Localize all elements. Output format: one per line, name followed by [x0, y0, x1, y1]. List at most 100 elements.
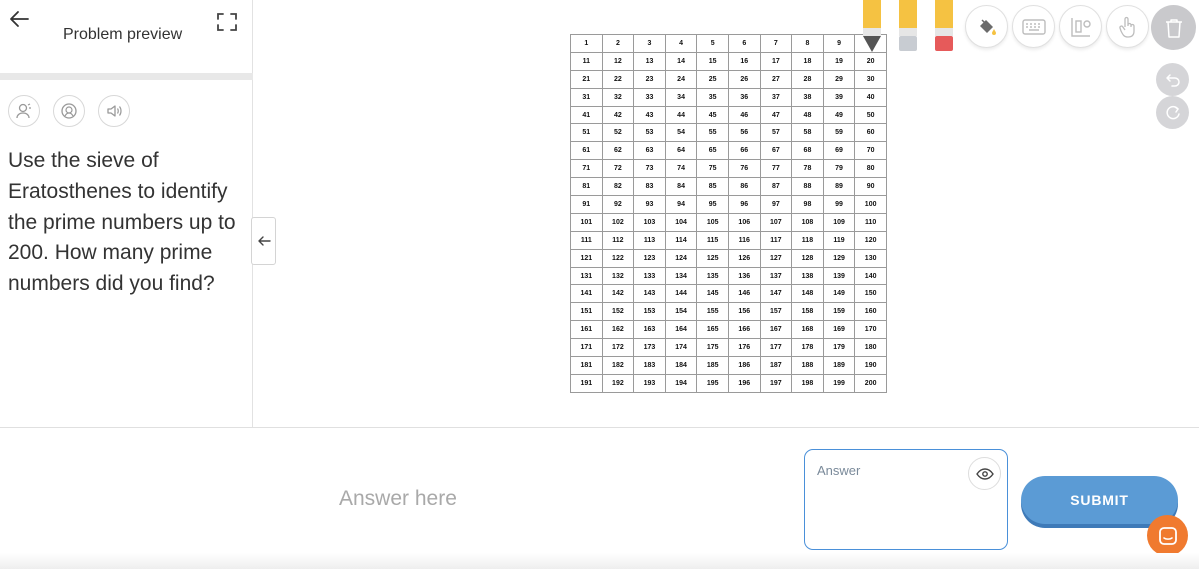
grid-cell[interactable]: 99 [822, 195, 856, 214]
grid-cell[interactable]: 153 [633, 302, 666, 322]
grid-cell[interactable]: 79 [822, 159, 856, 179]
grid-cell[interactable]: 149 [822, 284, 856, 304]
grid-cell[interactable]: 172 [601, 338, 635, 358]
grid-cell[interactable]: 24 [664, 69, 698, 89]
grid-cell[interactable]: 131 [570, 266, 603, 286]
grid-cell[interactable]: 30 [854, 69, 887, 89]
grid-cell[interactable]: 102 [601, 212, 635, 232]
grid-cell[interactable]: 46 [727, 105, 761, 125]
grid-cell[interactable]: 6 [727, 34, 761, 53]
grid-cell[interactable]: 16 [727, 51, 761, 71]
grid-cell[interactable]: 29 [822, 69, 856, 89]
grid-cell[interactable]: 133 [633, 266, 666, 286]
grid-cell[interactable]: 156 [727, 302, 761, 322]
grid-cell[interactable]: 179 [822, 338, 856, 358]
grid-cell[interactable]: 22 [601, 69, 635, 89]
grid-cell[interactable]: 66 [727, 141, 761, 161]
grid-cell[interactable]: 11 [570, 51, 603, 71]
grid-cell[interactable]: 117 [759, 230, 793, 250]
grid-cell[interactable]: 68 [791, 141, 824, 161]
grid-cell[interactable]: 65 [696, 141, 729, 161]
grid-cell[interactable]: 141 [570, 284, 603, 304]
pencil-tool[interactable] [861, 0, 883, 59]
grid-cell[interactable]: 101 [570, 212, 603, 232]
grid-cell[interactable]: 114 [664, 230, 698, 250]
grid-cell[interactable]: 174 [664, 338, 698, 358]
grid-cell[interactable]: 1 [570, 34, 603, 53]
grid-cell[interactable]: 164 [664, 320, 698, 340]
grid-cell[interactable]: 28 [791, 69, 824, 89]
grid-cell[interactable]: 17 [759, 51, 793, 71]
grid-cell[interactable]: 147 [759, 284, 793, 304]
grid-cell[interactable]: 100 [854, 195, 887, 214]
grid-cell[interactable]: 137 [759, 266, 793, 286]
grid-cell[interactable]: 73 [633, 159, 666, 179]
grid-cell[interactable]: 197 [759, 373, 793, 393]
grid-cell[interactable]: 124 [664, 248, 698, 268]
answer-placeholder[interactable]: Answer here [339, 487, 457, 511]
grid-cell[interactable]: 40 [854, 87, 887, 107]
grid-cell[interactable]: 23 [633, 69, 666, 89]
grid-cell[interactable]: 135 [696, 266, 729, 286]
highlighter-tool[interactable] [897, 0, 919, 57]
grid-cell[interactable]: 111 [570, 230, 603, 250]
grid-cell[interactable]: 31 [570, 87, 603, 107]
grid-cell[interactable]: 8 [791, 34, 824, 53]
grid-cell[interactable]: 177 [759, 338, 793, 358]
grid-cell[interactable]: 176 [727, 338, 761, 358]
grid-cell[interactable]: 47 [759, 105, 793, 125]
grid-cell[interactable]: 173 [633, 338, 666, 358]
grid-cell[interactable]: 106 [727, 212, 761, 232]
grid-cell[interactable]: 41 [570, 105, 603, 125]
fullscreen-button[interactable] [216, 11, 238, 33]
grid-cell[interactable]: 39 [822, 87, 856, 107]
grid-cell[interactable]: 194 [664, 373, 698, 393]
grid-cell[interactable]: 128 [791, 248, 824, 268]
grid-cell[interactable]: 38 [791, 87, 824, 107]
grid-cell[interactable]: 181 [570, 356, 603, 375]
grid-cell[interactable]: 7 [759, 34, 793, 53]
grid-cell[interactable]: 132 [601, 266, 635, 286]
grid-cell[interactable]: 76 [727, 159, 761, 179]
grid-cell[interactable]: 105 [696, 212, 729, 232]
preview-toggle-button[interactable] [968, 457, 1001, 490]
delete-button[interactable] [1151, 5, 1196, 50]
grid-cell[interactable]: 52 [601, 123, 635, 143]
grid-cell[interactable]: 36 [727, 87, 761, 107]
pan-tool-button[interactable] [1106, 5, 1149, 48]
grid-cell[interactable]: 75 [696, 159, 729, 179]
grid-cell[interactable]: 168 [791, 320, 824, 340]
grid-cell[interactable]: 97 [759, 195, 793, 214]
grid-cell[interactable]: 60 [854, 123, 887, 143]
fill-tool-button[interactable] [965, 5, 1008, 48]
grid-cell[interactable]: 55 [696, 123, 729, 143]
grid-cell[interactable]: 25 [696, 69, 729, 89]
grid-cell[interactable]: 140 [854, 266, 887, 286]
grid-cell[interactable]: 34 [664, 87, 698, 107]
grid-cell[interactable]: 112 [601, 230, 635, 250]
grid-cell[interactable]: 119 [822, 230, 856, 250]
grid-cell[interactable]: 78 [791, 159, 824, 179]
grid-cell[interactable]: 89 [822, 177, 856, 197]
grid-cell[interactable]: 193 [633, 373, 666, 393]
grid-cell[interactable]: 183 [633, 356, 666, 375]
grid-cell[interactable]: 130 [854, 248, 887, 268]
grid-cell[interactable]: 91 [570, 195, 603, 214]
grid-cell[interactable]: 163 [633, 320, 666, 340]
grid-cell[interactable]: 191 [570, 373, 603, 393]
grid-cell[interactable]: 57 [759, 123, 793, 143]
grid-cell[interactable]: 96 [727, 195, 761, 214]
grid-cell[interactable]: 162 [601, 320, 635, 340]
grid-cell[interactable]: 127 [759, 248, 793, 268]
grid-cell[interactable]: 187 [759, 356, 793, 375]
grid-cell[interactable]: 50 [854, 105, 887, 125]
grid-cell[interactable]: 122 [601, 248, 635, 268]
grid-cell[interactable]: 4 [664, 34, 698, 53]
grid-cell[interactable]: 67 [759, 141, 793, 161]
grid-cell[interactable]: 69 [822, 141, 856, 161]
grid-cell[interactable]: 54 [664, 123, 698, 143]
redo-button[interactable] [1156, 96, 1189, 129]
grid-cell[interactable]: 152 [601, 302, 635, 322]
grid-cell[interactable]: 104 [664, 212, 698, 232]
grid-cell[interactable]: 95 [696, 195, 729, 214]
